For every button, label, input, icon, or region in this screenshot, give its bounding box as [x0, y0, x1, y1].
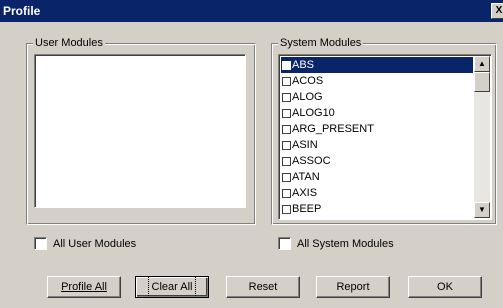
- checkbox-icon[interactable]: [282, 140, 291, 150]
- list-item-label: ACOS: [292, 75, 324, 87]
- list-item-label: ARG_PRESENT: [292, 123, 374, 135]
- list-item-label: AXIS: [292, 187, 318, 199]
- reset-button[interactable]: Reset: [226, 276, 300, 298]
- list-item[interactable]: ALOG: [281, 89, 473, 105]
- profile-all-label: Profile All: [61, 281, 107, 293]
- scroll-thumb[interactable]: [474, 72, 490, 92]
- list-item[interactable]: AXIS: [281, 185, 473, 201]
- list-item[interactable]: ATAN: [281, 169, 473, 185]
- clear-all-button[interactable]: Clear All: [135, 276, 209, 298]
- list-item-label: ALOG10: [292, 107, 335, 119]
- list-item-label: ATAN: [292, 171, 320, 183]
- system-modules-group: System Modules ABS ACOS ALOG ALOG10 ARG_PRES…: [271, 37, 497, 225]
- reset-label: Reset: [248, 281, 278, 293]
- system-modules-legend: System Modules: [278, 37, 364, 49]
- list-item-label: ABS: [292, 59, 315, 71]
- list-item[interactable]: ARG_PRESENT: [281, 121, 473, 137]
- list-item[interactable]: ABS: [281, 57, 473, 73]
- scroll-up-icon[interactable]: ▲: [474, 56, 490, 72]
- window-title: Profile: [3, 4, 41, 18]
- report-label: Report: [336, 281, 370, 293]
- list-item[interactable]: ASIN: [281, 137, 473, 153]
- title-bar: Profile X: [0, 0, 503, 22]
- profile-all-button[interactable]: Profile All: [47, 276, 121, 298]
- vertical-scrollbar[interactable]: ▲ ▼: [474, 56, 490, 218]
- checkbox-icon[interactable]: [282, 204, 291, 214]
- all-system-modules-checkbox[interactable]: All System Modules: [278, 237, 394, 250]
- list-item[interactable]: ALOG10: [281, 105, 473, 121]
- list-item-label: BESELI: [292, 217, 331, 219]
- checkbox-icon[interactable]: [282, 124, 291, 134]
- report-button[interactable]: Report: [316, 276, 390, 298]
- checkbox-icon[interactable]: [282, 156, 291, 166]
- checkbox-icon[interactable]: [282, 60, 291, 70]
- checkbox-icon[interactable]: [282, 108, 291, 118]
- checkbox-icon[interactable]: [282, 188, 291, 198]
- list-item[interactable]: ASSOC: [281, 153, 473, 169]
- list-item-label: ALOG: [292, 91, 323, 103]
- list-item[interactable]: BEEP: [281, 201, 473, 217]
- ok-button[interactable]: OK: [408, 276, 482, 298]
- all-system-modules-label: All System Modules: [297, 237, 394, 250]
- user-modules-group: User Modules: [26, 37, 256, 225]
- list-item-label: ASSOC: [292, 155, 331, 167]
- checkbox-icon[interactable]: [282, 76, 291, 86]
- checkbox-icon[interactable]: [282, 92, 291, 102]
- checkbox-icon[interactable]: [282, 172, 291, 182]
- user-modules-list[interactable]: [34, 54, 246, 208]
- list-item[interactable]: BESELI: [281, 217, 473, 219]
- list-item[interactable]: ACOS: [281, 73, 473, 89]
- ok-label: OK: [437, 281, 453, 293]
- all-user-modules-label: All User Modules: [53, 237, 137, 250]
- system-modules-items: ABS ACOS ALOG ALOG10 ARG_PRESENT ASIN ASSOC ATA…: [281, 57, 473, 219]
- system-modules-list[interactable]: ABS ACOS ALOG ALOG10 ARG_PRESENT ASIN ASSOC ATA…: [278, 54, 492, 220]
- clear-all-label: Clear All: [147, 276, 197, 298]
- all-user-modules-checkbox[interactable]: All User Modules: [34, 237, 136, 250]
- scroll-down-icon[interactable]: ▼: [474, 202, 490, 218]
- close-button[interactable]: X: [491, 3, 503, 19]
- checkbox-box[interactable]: [278, 237, 291, 250]
- checkbox-box[interactable]: [34, 237, 47, 250]
- list-item-label: BEEP: [292, 203, 322, 215]
- list-item-label: ASIN: [292, 139, 318, 151]
- user-modules-legend: User Modules: [33, 37, 105, 49]
